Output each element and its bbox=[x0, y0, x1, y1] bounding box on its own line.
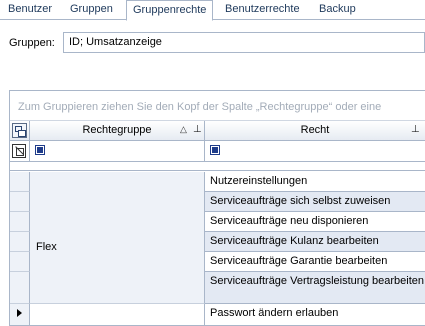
group-cell[interactable] bbox=[30, 304, 205, 325]
groups-label: Gruppen: bbox=[9, 37, 55, 49]
clear-filter-button[interactable] bbox=[10, 141, 30, 162]
filter-operator-icon[interactable] bbox=[210, 145, 220, 155]
group-by-hint: Zum Gruppieren ziehen Sie den Kopf der S… bbox=[18, 101, 382, 113]
column-header-recht-label: Recht bbox=[300, 124, 330, 136]
group-cell[interactable]: Flex bbox=[30, 172, 205, 304]
column-header-rechtegruppe-label: Rechtegruppe bbox=[82, 124, 152, 136]
grid-spacer bbox=[10, 162, 425, 171]
table-row[interactable]: Serviceaufträge neu disponieren bbox=[205, 212, 425, 232]
rights-grid: Zum Gruppieren ziehen Sie den Kopf der S… bbox=[9, 90, 425, 326]
filter-row bbox=[10, 141, 425, 162]
table-row[interactable]: Serviceaufträge Kulanz bearbeiten bbox=[205, 232, 425, 252]
table-row[interactable]: Serviceaufträge Garantie bearbeiten bbox=[205, 252, 425, 272]
tab-benutzerrechte[interactable]: Benutzerrechte bbox=[219, 0, 306, 20]
filter-operator-icon[interactable] bbox=[35, 145, 45, 155]
table-row[interactable]: Serviceaufträge Vertragsleistung bearbei… bbox=[205, 272, 425, 304]
table-row[interactable]: Serviceaufträge sich selbst zuweisen bbox=[205, 192, 425, 212]
table-row[interactable]: Passwort ändern erlauben bbox=[205, 304, 425, 325]
filter-cell-rechtegruppe[interactable] bbox=[30, 141, 205, 162]
tab-bar: Benutzer Gruppen Gruppenrechte Benutzerr… bbox=[0, 0, 425, 21]
group-cell-value: Flex bbox=[36, 241, 57, 253]
column-chooser-icon bbox=[12, 123, 27, 138]
row-selector[interactable] bbox=[10, 232, 30, 252]
column-header-recht[interactable]: Recht ⊥ bbox=[205, 121, 425, 141]
tab-gruppen[interactable]: Gruppen bbox=[64, 0, 119, 20]
tab-gruppenrechte[interactable]: Gruppenrechte bbox=[126, 0, 214, 21]
clear-filter-icon bbox=[12, 144, 26, 158]
filter-cell-recht[interactable] bbox=[205, 141, 425, 162]
row-selector[interactable] bbox=[10, 252, 30, 272]
pin-icon[interactable]: ⊥ bbox=[411, 124, 420, 135]
pin-icon[interactable]: ⊥ bbox=[193, 124, 202, 135]
column-chooser-button[interactable] bbox=[10, 121, 30, 141]
tab-backup[interactable]: Backup bbox=[313, 0, 362, 20]
groups-field[interactable]: ID; Umsatzanzeige bbox=[63, 32, 425, 53]
row-selector[interactable] bbox=[10, 172, 30, 192]
row-selector[interactable] bbox=[10, 272, 30, 304]
row-selector-current[interactable] bbox=[10, 304, 30, 325]
sort-ascending-icon: △ bbox=[180, 124, 187, 134]
row-selector[interactable] bbox=[10, 192, 30, 212]
row-selector[interactable] bbox=[10, 212, 30, 232]
column-header-rechtegruppe[interactable]: Rechtegruppe △ ⊥ bbox=[30, 121, 205, 141]
group-by-box[interactable]: Zum Gruppieren ziehen Sie den Kopf der S… bbox=[10, 91, 425, 121]
table-row[interactable]: Nutzereinstellungen bbox=[205, 172, 425, 192]
tab-benutzer[interactable]: Benutzer bbox=[2, 0, 58, 20]
